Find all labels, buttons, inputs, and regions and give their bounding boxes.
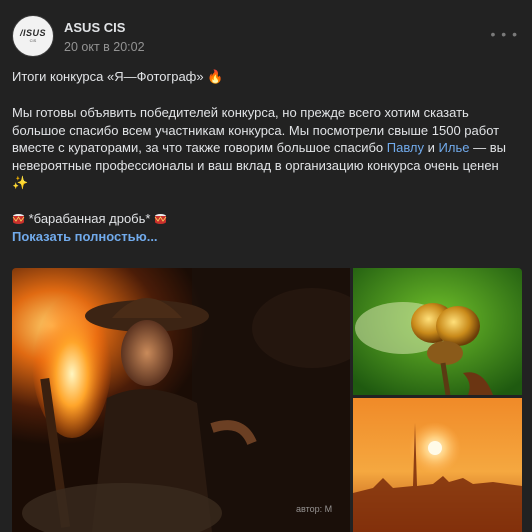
link-ilya[interactable]: Илье — [439, 140, 470, 155]
avatar[interactable]: /ISUS CIS — [12, 15, 54, 57]
photo-grid — [12, 268, 522, 532]
post-body: Мы готовы объявить победителей конкурса,… — [12, 104, 522, 193]
photo-sunset-city[interactable] — [353, 398, 522, 532]
post-text: Итоги конкурса «Я—Фотограф» 🔥 Мы готовы … — [12, 68, 522, 245]
drum-icon — [154, 214, 167, 224]
show-more-link[interactable]: Показать полностью... — [12, 229, 158, 244]
fire-icon: 🔥 — [207, 70, 224, 85]
post-body-and: и — [424, 140, 439, 155]
sparkles-icon: ✨ — [12, 176, 29, 191]
more-dots-icon[interactable]: • • • — [491, 27, 518, 41]
drum-icon — [12, 214, 25, 224]
drumroll-text: *барабанная дробь* — [28, 211, 151, 226]
post-title: Итоги конкурса «Я—Фотограф» 🔥 — [12, 68, 522, 87]
avatar-sub: CIS — [29, 38, 37, 43]
post-date[interactable]: 20 окт в 20:02 — [64, 40, 145, 54]
post-card: /ISUS CIS ASUS CIS 20 окт в 20:02 • • • … — [0, 0, 532, 532]
author-name[interactable]: ASUS CIS — [64, 20, 125, 35]
photo-dragonfly[interactable] — [353, 268, 522, 395]
avatar-logo: /ISUS — [19, 28, 46, 38]
link-pavel[interactable]: Павлу — [387, 140, 424, 155]
drumroll-line: *барабанная дробь* — [12, 210, 522, 228]
photo-explorer[interactable] — [12, 268, 350, 532]
post-title-text: Итоги конкурса «Я—Фотограф» — [12, 69, 204, 84]
photo-credit: автор: М — [296, 504, 333, 514]
